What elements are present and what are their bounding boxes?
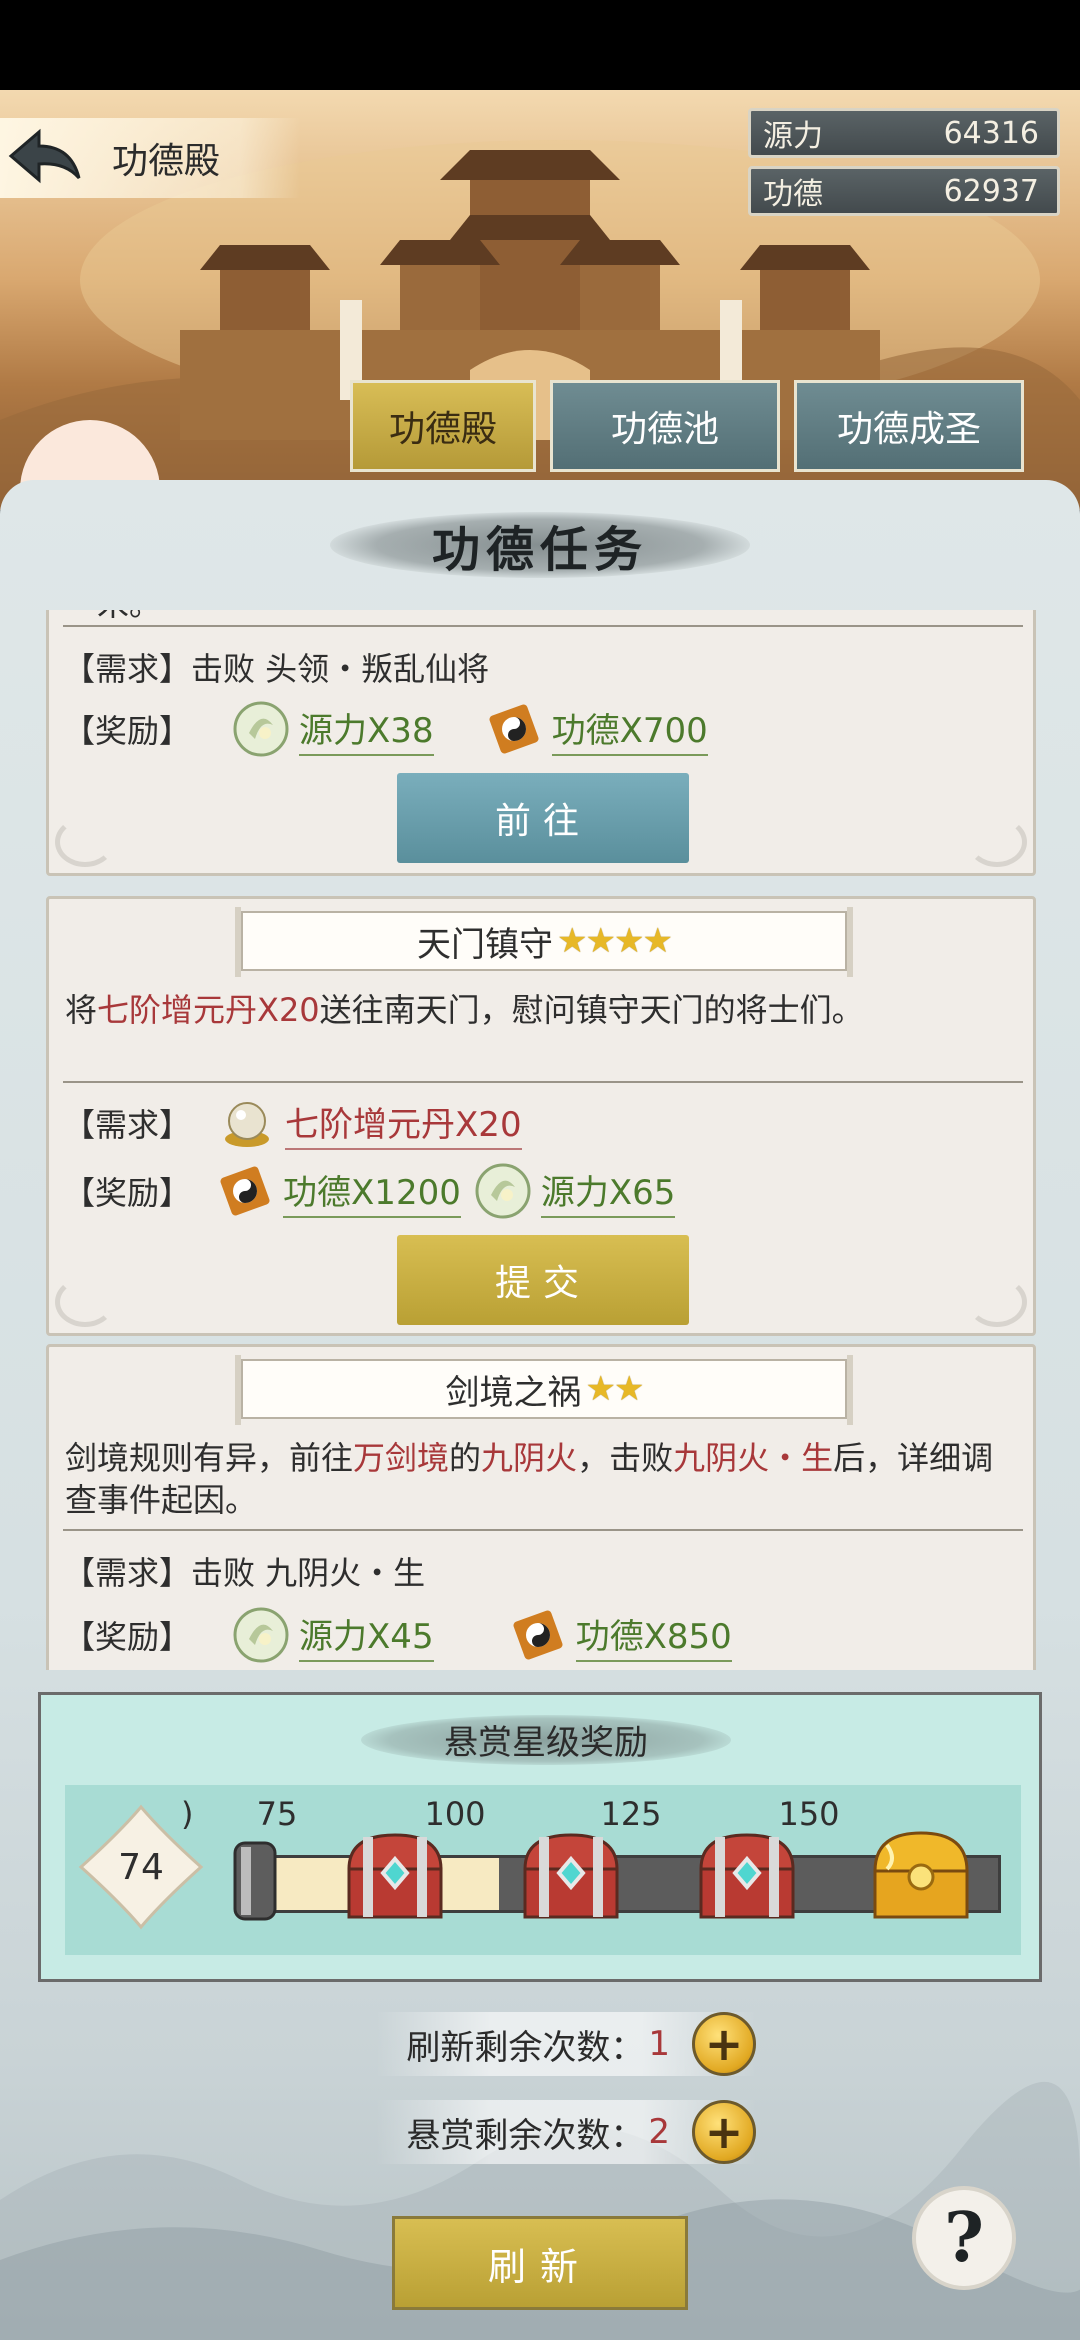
requirement-item[interactable]: 七阶增元丹X20 — [217, 1093, 522, 1153]
task-requirement: 【需求】 七阶增元丹X20 — [63, 1095, 546, 1151]
star-rating: ★★ — [585, 1369, 645, 1409]
gongde-scroll-icon — [513, 1610, 563, 1660]
resource-value: 64316 — [943, 115, 1039, 151]
gold-chest-icon[interactable] — [867, 1825, 975, 1925]
gongde-resource: 功德 62937 — [748, 166, 1060, 216]
bounty-count-value: 2 — [648, 2112, 670, 2152]
status-bar — [0, 0, 1080, 90]
go-button[interactable]: 前往 — [397, 773, 689, 863]
reward-item[interactable]: 源力X65 — [473, 1161, 676, 1221]
task-description: 将七阶增元丹X20送往南天门，慰问镇守天门的将士们。 — [65, 991, 864, 1029]
tab-gongde-saint[interactable]: 功德成圣 — [794, 380, 1024, 472]
task-title: 天门镇守 ★★★★ — [235, 907, 853, 977]
refresh-button[interactable]: 刷新 — [392, 2216, 688, 2310]
submit-button[interactable]: 提交 — [397, 1235, 689, 1325]
bounty-count-label: 悬赏剩余次数： — [406, 2115, 645, 2156]
star-reward-panel: 悬赏星级奖励 74 ) 75 100 125 150 — [38, 1692, 1042, 1982]
resource-label: 功德 — [763, 177, 823, 212]
reward-item[interactable]: 功德X700 — [484, 699, 708, 759]
red-chest-icon[interactable] — [693, 1825, 801, 1925]
add-refresh-button[interactable]: + — [692, 2012, 756, 2076]
back-arrow-icon[interactable] — [0, 118, 90, 198]
task-requirement: 【需求】击败 头领・叛乱仙将 — [63, 650, 490, 688]
refresh-count-label: 刷新剩余次数： — [406, 2027, 645, 2068]
task-card: 一米。 【需求】击败 头领・叛乱仙将 【奖励】 源力X38 功德X700 — [46, 610, 1036, 876]
task-description: 一米。 — [65, 610, 1025, 623]
refresh-count-row: 刷新剩余次数： 1 + — [376, 2012, 756, 2076]
star-rating: ★★★★ — [557, 921, 673, 961]
red-chest-icon[interactable] — [517, 1825, 625, 1925]
yuanli-orb-icon — [233, 1607, 289, 1663]
help-icon[interactable]: ? — [912, 2186, 1016, 2290]
tab-bar: 功德殿 功德池 功德成圣 — [350, 380, 1024, 472]
resource-label: 源力 — [763, 119, 823, 154]
add-bounty-button[interactable]: + — [692, 2100, 756, 2164]
tab-gongde-hall[interactable]: 功德殿 — [350, 380, 536, 472]
yuanli-orb-icon — [475, 1163, 531, 1219]
task-rewards: 【奖励】 源力X38 功德X700 — [63, 701, 732, 757]
bounty-count-row: 悬赏剩余次数： 2 + — [376, 2100, 756, 2164]
refresh-count-value: 1 — [648, 2024, 670, 2064]
task-card: 天门镇守 ★★★★ 将七阶增元丹X20送往南天门，慰问镇守天门的将士们。 【需求… — [46, 896, 1036, 1336]
task-card: 剑境之祸 ★★ 剑境规则有异，前往万剑境的九阴火，击败九阴火・生后，详细调查事件… — [46, 1344, 1036, 1670]
section-title: 功德任务 — [330, 500, 750, 590]
gongde-scroll-icon — [489, 704, 539, 754]
page-title: 功德殿 — [112, 141, 221, 182]
pearl-icon — [225, 1102, 270, 1147]
reward-item[interactable]: 功德X1200 — [215, 1161, 461, 1221]
task-description: 剑境规则有异，前往万剑境的九阴火，击败九阴火・生后，详细调查事件起因。 — [65, 1439, 994, 1519]
resource-value: 62937 — [943, 173, 1039, 209]
header-scene: 功德殿 源力 64316 功德 62937 功德殿 功德池 功德成圣 — [0, 90, 1080, 510]
task-rewards: 【奖励】 源力X45 功德X850 — [63, 1607, 756, 1663]
gongde-scroll-icon — [220, 1166, 270, 1216]
task-list[interactable]: 一米。 【需求】击败 头领・叛乱仙将 【奖励】 源力X38 功德X700 — [46, 610, 1036, 1670]
red-chest-icon[interactable] — [341, 1825, 449, 1925]
task-requirement: 【需求】击败 九阴火・生 — [63, 1554, 426, 1592]
task-rewards: 【奖励】 功德X1200 源力X65 — [63, 1163, 699, 1219]
star-reward-title: 悬赏星级奖励 — [361, 1709, 731, 1769]
reward-item[interactable]: 源力X45 — [231, 1605, 434, 1665]
yuanli-orb-icon — [233, 701, 289, 757]
reward-item[interactable]: 源力X38 — [231, 699, 434, 759]
back-bar[interactable]: 功德殿 — [0, 118, 300, 198]
tab-gongde-pool[interactable]: 功德池 — [550, 380, 780, 472]
yuanli-resource: 源力 64316 — [748, 108, 1060, 158]
task-title: 剑境之祸 ★★ — [235, 1355, 853, 1425]
silver-chest-icon[interactable] — [221, 1825, 281, 1925]
reward-item[interactable]: 功德X850 — [508, 1605, 732, 1665]
